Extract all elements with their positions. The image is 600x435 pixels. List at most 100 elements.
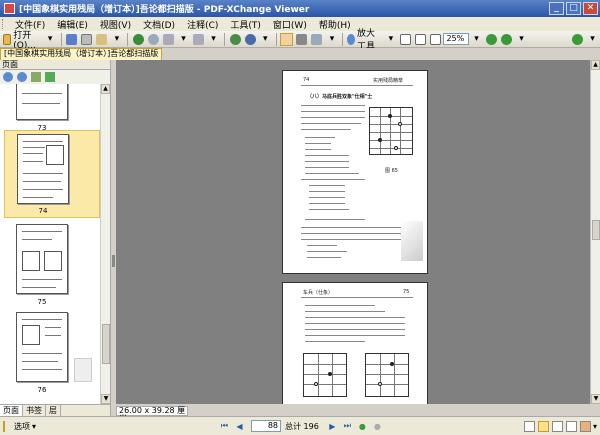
next-page-button[interactable]: ▶ bbox=[327, 421, 338, 432]
menu-window[interactable]: 窗口(W) bbox=[267, 18, 313, 31]
email-icon bbox=[96, 33, 108, 45]
close-button[interactable]: ✕ bbox=[583, 2, 598, 15]
menu-view[interactable]: 视图(V) bbox=[94, 18, 137, 31]
fit-page-button[interactable] bbox=[414, 33, 427, 46]
open-dropdown[interactable]: ▾ bbox=[44, 33, 57, 46]
options-button[interactable]: 选项 bbox=[14, 421, 30, 432]
toolbar-dropdown[interactable]: ▾ bbox=[259, 33, 272, 46]
title-bar: [中国象棋实用残局（增订本）]吾论都扫描版 - PDF-XChange View… bbox=[0, 0, 600, 17]
scroll-up-arrow[interactable]: ▲ bbox=[591, 60, 600, 70]
zoom-level-field[interactable]: 25% bbox=[443, 33, 469, 45]
open-button[interactable]: 打开(O)... bbox=[3, 31, 42, 51]
diagram-label: 图 65 bbox=[385, 168, 398, 174]
tab-layers[interactable]: 层 bbox=[46, 405, 61, 416]
toolbar-dropdown[interactable]: ▾ bbox=[110, 33, 123, 46]
rotate-left-icon bbox=[229, 33, 241, 45]
thumb-options-button[interactable] bbox=[30, 72, 41, 83]
thumb-extract-button[interactable] bbox=[44, 72, 55, 83]
zoom-in-button[interactable] bbox=[500, 33, 513, 46]
facing-continuous-view-button[interactable] bbox=[565, 420, 577, 432]
pages-panel-title: 页面 bbox=[0, 60, 110, 70]
maximize-button[interactable]: □ bbox=[566, 2, 581, 15]
camera-icon bbox=[311, 33, 323, 45]
undo-button[interactable] bbox=[132, 33, 145, 46]
layout-dropdown[interactable]: ▾ bbox=[593, 422, 597, 431]
xiangqi-board bbox=[365, 353, 409, 397]
actual-size-button[interactable] bbox=[399, 33, 412, 46]
single-page-view-button[interactable] bbox=[523, 420, 535, 432]
thumb-zoom-out-button[interactable] bbox=[16, 72, 27, 83]
continuous-view-button[interactable] bbox=[537, 420, 549, 432]
view-mode-buttons: ▾ bbox=[521, 420, 600, 432]
menu-help[interactable]: 帮助(H) bbox=[313, 18, 357, 31]
print-icon bbox=[81, 33, 93, 45]
thumbnail-item[interactable]: 75 bbox=[4, 222, 100, 310]
thumbnail-item-selected[interactable]: 74 bbox=[4, 130, 100, 218]
tab-pages[interactable]: 页面 bbox=[0, 405, 23, 416]
menu-document[interactable]: 文档(D) bbox=[137, 18, 181, 31]
rotate-left-button[interactable] bbox=[229, 33, 242, 46]
thumbnails-scrollbar[interactable]: ▲ ▼ bbox=[100, 84, 111, 404]
toolbar-dropdown[interactable]: ▾ bbox=[177, 33, 190, 46]
select-text-icon bbox=[296, 33, 308, 45]
pages-panel-toolbar bbox=[0, 70, 110, 84]
next-view-button[interactable]: ● bbox=[372, 421, 383, 432]
menu-tools[interactable]: 工具(T) bbox=[224, 18, 267, 31]
snapshot-button[interactable] bbox=[310, 33, 323, 46]
plus-circle-icon bbox=[501, 33, 512, 45]
document-view[interactable]: 74 实用残局精萃 （八）马底兵胜双象"仕相"士 图 65 车兵（仕象） 75 bbox=[116, 60, 590, 404]
rotate-right-icon bbox=[244, 33, 256, 45]
current-page-input[interactable]: 88 bbox=[251, 420, 281, 432]
select-text-button[interactable] bbox=[295, 33, 308, 46]
toolbar-dropdown[interactable]: ▾ bbox=[586, 33, 599, 46]
status-bar: 选项 ▾ ⏮ ◀ 88 总计 196 ▶ ⏭ ● ● ▾ bbox=[0, 416, 600, 435]
scroll-thumb[interactable] bbox=[102, 324, 110, 364]
document-scrollbar[interactable]: ▲ ▼ bbox=[590, 60, 600, 404]
undo-icon bbox=[133, 33, 145, 45]
menu-comments[interactable]: 注释(C) bbox=[181, 18, 224, 31]
redo-button[interactable] bbox=[147, 33, 160, 46]
scroll-thumb[interactable] bbox=[592, 220, 600, 240]
previous-view-button[interactable]: ● bbox=[357, 421, 368, 432]
facing-view-button[interactable] bbox=[551, 420, 563, 432]
tab-bookmarks[interactable]: 书签 bbox=[23, 405, 46, 416]
options-plus-button[interactable] bbox=[571, 33, 584, 46]
print-button[interactable] bbox=[80, 33, 93, 46]
rotate-right-button[interactable] bbox=[244, 33, 257, 46]
save-button[interactable] bbox=[65, 33, 78, 46]
scroll-up-arrow[interactable]: ▲ bbox=[101, 84, 110, 94]
zoom-out-button[interactable] bbox=[485, 33, 498, 46]
document-tab[interactable]: [中国象棋实用残局（增订本）]吾论都扫描版 bbox=[0, 48, 163, 60]
document-tab-strip: [中国象棋实用残局（增订本）]吾论都扫描版 bbox=[0, 48, 600, 60]
toolbar-dropdown[interactable]: ▾ bbox=[325, 33, 338, 46]
thumb-zoom-in-button[interactable] bbox=[2, 72, 13, 83]
hand-tool-button[interactable] bbox=[280, 32, 294, 46]
first-page-button[interactable]: ⏮ bbox=[219, 421, 230, 432]
toolbar-dropdown[interactable]: ▾ bbox=[515, 33, 528, 46]
options-dropdown[interactable]: ▾ bbox=[32, 422, 36, 431]
menu-edit[interactable]: 编辑(E) bbox=[51, 18, 94, 31]
fit-width-icon bbox=[430, 33, 442, 45]
splitter-handle[interactable] bbox=[112, 255, 115, 267]
last-page-button[interactable]: ⏭ bbox=[342, 421, 353, 432]
page-header-left: 车兵（仕象） bbox=[303, 290, 334, 296]
page-dimensions: 26.00 x 39.28 厘米 bbox=[116, 406, 188, 423]
toolbar-dropdown[interactable]: ▾ bbox=[384, 33, 397, 46]
zoom-in-tool-button[interactable]: 放大工具 bbox=[347, 29, 382, 52]
email-button[interactable] bbox=[95, 33, 108, 46]
prev-page-button[interactable]: ◀ bbox=[234, 421, 245, 432]
thumbnail-page bbox=[17, 134, 69, 204]
back-button[interactable] bbox=[162, 33, 175, 46]
layout-options-button[interactable] bbox=[579, 420, 591, 432]
toolbar-separator bbox=[342, 32, 344, 46]
hand-icon bbox=[281, 33, 293, 45]
toolbar-dropdown[interactable]: ▾ bbox=[207, 33, 220, 46]
minimize-button[interactable]: _ bbox=[549, 2, 564, 15]
scroll-down-arrow[interactable]: ▼ bbox=[591, 394, 600, 404]
page-number: 75 bbox=[403, 289, 410, 295]
thumbnail-item[interactable]: 76 bbox=[4, 310, 100, 398]
fit-width-button[interactable] bbox=[429, 33, 442, 46]
forward-button[interactable] bbox=[192, 33, 205, 46]
fit-page-icon bbox=[415, 33, 427, 45]
zoom-dropdown[interactable]: ▾ bbox=[470, 33, 483, 46]
